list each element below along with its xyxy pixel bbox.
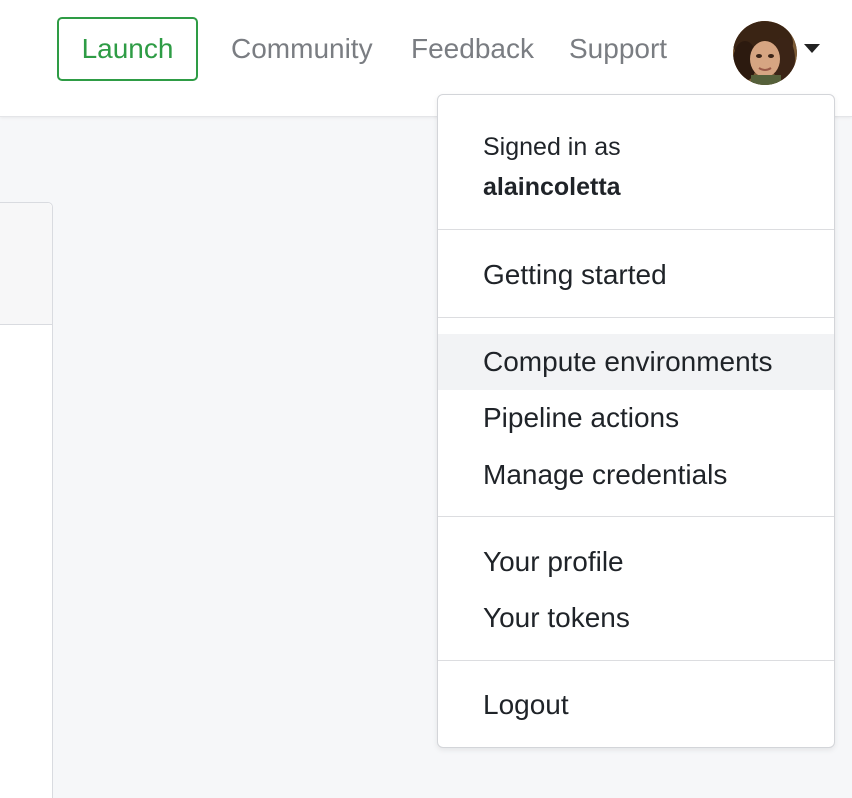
menu-divider [438,516,834,517]
signed-in-info: Signed in as alaincoletta [483,127,621,207]
user-avatar[interactable] [733,21,797,85]
caret-down-icon[interactable] [804,44,820,53]
content-card-header [0,203,52,325]
menu-item-logout[interactable]: Logout [438,677,834,733]
content-card [0,202,53,798]
nav-feedback-link[interactable]: Feedback [411,33,534,65]
launch-button[interactable]: Launch [57,17,198,81]
menu-divider [438,229,834,230]
menu-item-manage-credentials[interactable]: Manage credentials [438,447,834,503]
page: Launch Community Feedback Support Signed… [0,0,852,798]
menu-item-getting-started[interactable]: Getting started [438,247,834,303]
nav-community-link[interactable]: Community [231,33,373,65]
menu-divider [438,660,834,661]
menu-item-your-profile[interactable]: Your profile [438,534,834,590]
menu-item-your-tokens[interactable]: Your tokens [438,590,834,646]
menu-item-compute-environments[interactable]: Compute environments [438,334,834,390]
avatar-photo-icon [733,21,797,85]
signed-in-username: alaincoletta [483,173,621,201]
user-dropdown-menu: Signed in as alaincoletta Getting starte… [437,94,835,748]
menu-divider [438,317,834,318]
menu-item-pipeline-actions[interactable]: Pipeline actions [438,390,834,446]
signed-in-label: Signed in as [483,133,621,161]
nav-support-link[interactable]: Support [569,33,667,65]
